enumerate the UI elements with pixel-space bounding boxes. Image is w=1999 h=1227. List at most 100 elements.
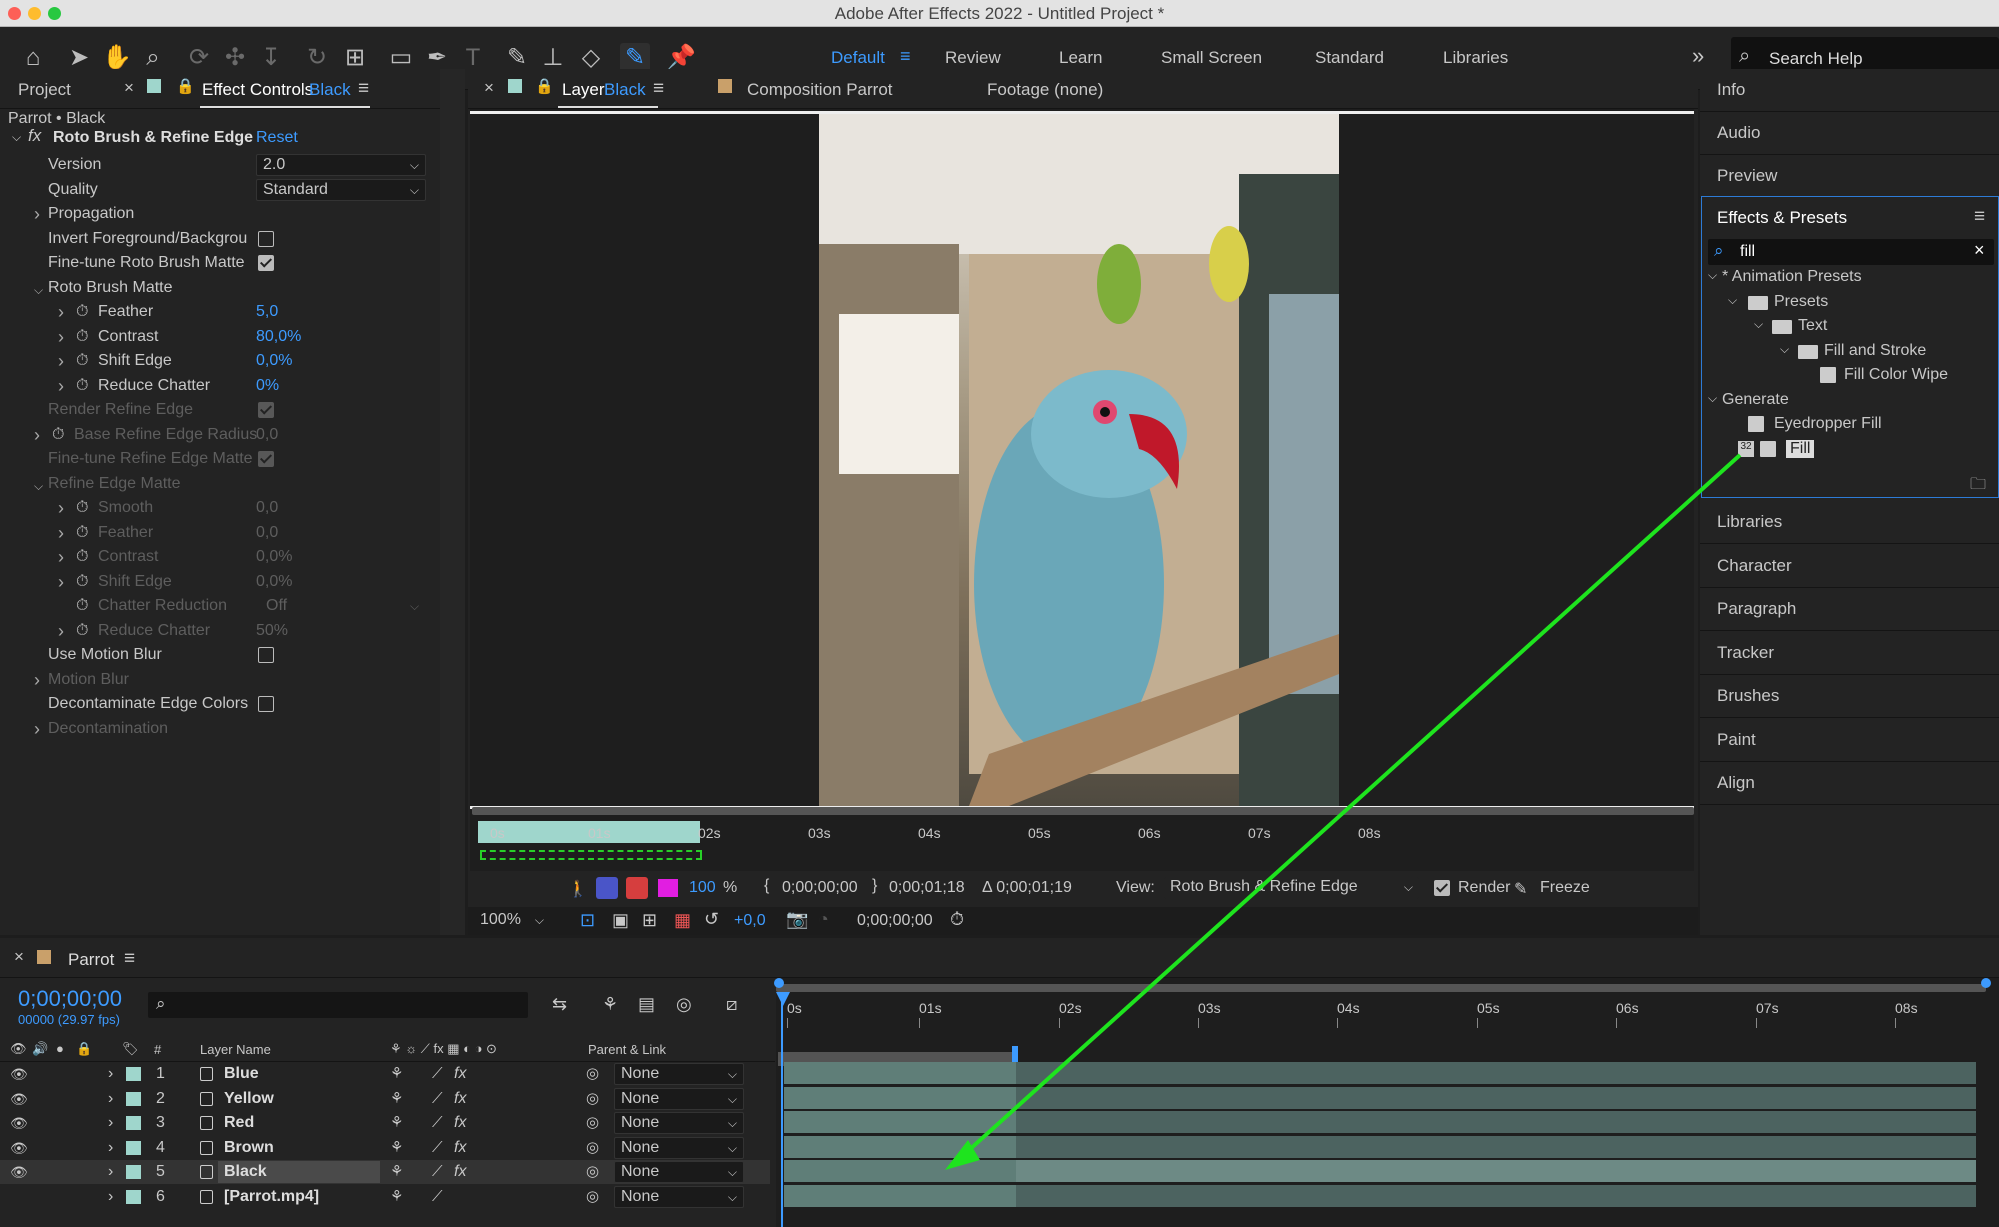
layer-bar-active[interactable] (784, 1184, 1016, 1207)
effect-property-value[interactable]: 5,0 (256, 300, 278, 324)
layer-bar-inactive[interactable] (1016, 1135, 1976, 1158)
freeze-icon[interactable]: ✎ (1514, 879, 1527, 899)
right-panel-item-info[interactable]: Info (1700, 69, 1999, 112)
right-panel-item-libraries[interactable]: Libraries (1700, 501, 1999, 544)
layer-bar-active[interactable] (784, 1086, 1016, 1109)
right-panel-item-align[interactable]: Align (1700, 762, 1999, 805)
parent-select[interactable]: None ⌵ (614, 1063, 744, 1085)
layer-bar-inactive[interactable] (1016, 1062, 1976, 1084)
quality-switch-icon[interactable]: ⟋ (432, 1087, 443, 1111)
stopwatch-icon[interactable]: ⏱ (76, 300, 88, 324)
show-snapshot-icon[interactable]: ◔ (818, 909, 829, 930)
table-row[interactable]: 👁 › 5 Black ⚘ ⟋ fx ◎ None ⌵ (0, 1160, 770, 1184)
view-select[interactable]: Roto Brush & Refine Edge ⌵ (1164, 877, 1419, 899)
fx-switch-icon[interactable]: fx (454, 1111, 466, 1135)
close-tab-icon[interactable]: × (14, 947, 24, 967)
table-row[interactable]: › 6 [Parrot.mp4] ⚘ ⟋ ◎ None ⌵ (0, 1185, 770, 1209)
workspace-libraries[interactable]: Libraries (1443, 48, 1508, 68)
fit-icon[interactable]: ⊡ (580, 910, 595, 931)
lock-header-icon[interactable]: 🔒 (76, 1041, 92, 1057)
tab-footage[interactable]: Footage (none) (987, 80, 1103, 100)
layer-name-cell[interactable]: Black (218, 1161, 380, 1183)
chevron-down-icon[interactable]: ⌵ (1708, 268, 1717, 283)
tab-layer[interactable]: Layer (562, 80, 605, 100)
shy-switch-icon[interactable]: ⚘ (390, 1111, 403, 1135)
panel-menu-icon[interactable]: ≡ (358, 78, 369, 100)
shy-switch-icon[interactable]: ⚘ (390, 1087, 403, 1111)
fx-switch-icon[interactable]: fx (454, 1087, 466, 1111)
viewer-canvas[interactable] (470, 109, 1694, 871)
chevron-down-icon[interactable]: ⌵ (1728, 293, 1737, 308)
table-row[interactable]: 👁 › 3 Red ⚘ ⟋ fx ◎ None ⌵ (0, 1111, 770, 1135)
chevron-right-icon[interactable]: › (108, 1062, 113, 1086)
timeline-comp-name[interactable]: Parrot (68, 950, 114, 970)
quality-switch-icon[interactable]: ⟋ (432, 1185, 443, 1209)
label-color-swatch[interactable] (126, 1067, 141, 1081)
out-point-icon[interactable]: } (872, 877, 877, 895)
chevron-right-icon[interactable]: › (34, 717, 40, 741)
effects-tree-item[interactable]: Generate (1722, 391, 1789, 409)
shy-switch-icon[interactable]: ⚘ (390, 1062, 403, 1086)
layer-bar-inactive[interactable] (1016, 1111, 1976, 1133)
close-window-icon[interactable] (8, 7, 21, 20)
stopwatch-icon[interactable]: ⏱ (76, 619, 88, 643)
viewer-time-ruler[interactable]: 0s 01s 02s 03s 04s 05s 06s 07s 08s (468, 821, 1698, 845)
chevron-right-icon[interactable]: › (34, 668, 40, 692)
chevron-down-icon[interactable]: ⌵ (34, 474, 43, 498)
parent-select[interactable]: None ⌵ (614, 1185, 744, 1208)
pick-whip-icon[interactable]: ◎ (586, 1062, 599, 1086)
chevron-right-icon[interactable]: › (34, 423, 40, 447)
toggle-mask-icon[interactable]: ▣ (612, 910, 629, 931)
layer-name-cell[interactable]: Brown (218, 1137, 380, 1159)
chevron-down-icon[interactable]: ⌵ (1708, 391, 1717, 406)
time-graph[interactable]: 0s 01s 02s 03s 04s 05s 06s 07s 08s (774, 978, 1999, 1227)
layer-bar-active[interactable] (784, 1135, 1016, 1158)
in-time[interactable]: 0;00;00;00 (782, 879, 858, 897)
viewer-time-navigator[interactable] (472, 807, 1694, 815)
effects-tree-item[interactable]: * Animation Presets (1722, 268, 1862, 286)
timeline-current-time[interactable]: 0;00;00;00 (18, 986, 122, 1012)
timeline-navigator[interactable] (776, 984, 1986, 992)
eye-icon[interactable]: 👁 (10, 1160, 28, 1184)
exposure-value[interactable]: +0,0 (734, 912, 766, 930)
layer-name-cell[interactable]: Yellow (218, 1088, 380, 1110)
pick-whip-icon[interactable]: ◎ (586, 1136, 599, 1160)
zoom-window-icon[interactable] (48, 7, 61, 20)
background-stroke-icon[interactable] (626, 877, 648, 899)
layer-name-cell[interactable]: Blue (218, 1063, 380, 1085)
more-workspaces-icon[interactable]: » (1692, 43, 1704, 69)
chevron-right-icon[interactable]: › (108, 1111, 113, 1135)
lock-icon[interactable]: 🔒 (176, 77, 195, 95)
motion-blur-icon[interactable]: ◎ (676, 994, 692, 1015)
workspace-small-screen[interactable]: Small Screen (1161, 48, 1262, 68)
effect-property-select[interactable]: 2.0 ⌵ (256, 154, 426, 176)
effect-property-checkbox[interactable] (258, 696, 274, 712)
fx-switch-icon[interactable]: fx (454, 1160, 466, 1184)
tab-effect-controls-layer[interactable]: Black (309, 80, 351, 100)
camera-snapshot-icon[interactable]: 📷 (786, 909, 808, 930)
timeline-time-ruler[interactable]: 0s 01s 02s 03s 04s 05s 06s 07s 08s (776, 996, 1999, 1028)
chevron-right-icon[interactable]: › (108, 1136, 113, 1160)
layer-bar-active[interactable] (784, 1062, 1016, 1084)
pick-whip-icon[interactable]: ◎ (586, 1111, 599, 1135)
effect-property-value[interactable]: 0% (256, 374, 279, 398)
chevron-down-icon[interactable]: ⌵ (34, 278, 43, 302)
effects-tree-item[interactable]: Fill (1786, 439, 1815, 458)
shy-switch-icon[interactable]: ⚘ (390, 1160, 403, 1184)
label-color-swatch[interactable] (126, 1140, 141, 1155)
viewer-current-time[interactable]: 0;00;00;00 (857, 912, 933, 930)
comp-flowchart-icon[interactable]: ⇆ (552, 994, 567, 1015)
quality-switch-icon[interactable]: ⟋ (432, 1136, 443, 1160)
navigator-start-handle[interactable] (774, 978, 784, 988)
layer-name-cell[interactable]: [Parrot.mp4] (218, 1186, 380, 1208)
video-visibility-header-icon[interactable]: 👁 (10, 1041, 27, 1057)
label-color-swatch[interactable] (126, 1116, 141, 1130)
panel-menu-icon[interactable]: ≡ (124, 948, 135, 970)
effect-property-checkbox[interactable] (258, 451, 274, 467)
chevron-right-icon[interactable]: › (108, 1185, 113, 1209)
eye-icon[interactable]: 👁 (10, 1087, 28, 1111)
effect-property-value[interactable]: 80,0% (256, 325, 301, 349)
go-to-time-icon[interactable]: ⏱ (950, 909, 964, 930)
layer-bar-inactive[interactable] (1016, 1160, 1976, 1182)
right-panel-item-paragraph[interactable]: Paragraph (1700, 588, 1999, 631)
